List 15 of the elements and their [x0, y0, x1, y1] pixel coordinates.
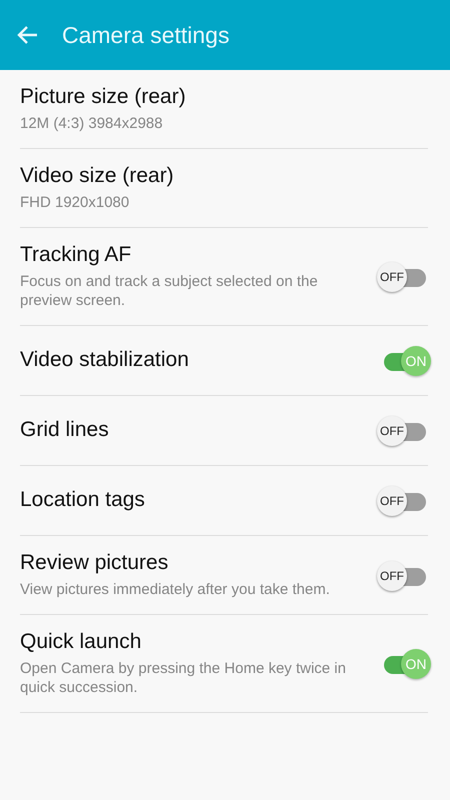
screen-title: Camera settings	[62, 20, 230, 50]
setting-title[interactable]: Tracking AF	[20, 242, 364, 268]
setting-title[interactable]: Location tags	[20, 487, 364, 514]
setting-title[interactable]: Quick launch	[20, 628, 364, 655]
setting-summary: View pictures immediately after you take them.	[20, 580, 331, 600]
setting-summary: 12M (4:3) 3984x2988	[20, 114, 164, 134]
setting-summary: Open Camera by pressing the Home key twice in quick succession.	[20, 658, 347, 698]
setting-title[interactable]: Grid lines	[20, 417, 364, 444]
setting-title[interactable]: Video stabilization	[20, 347, 364, 374]
setting-title[interactable]: Review pictures	[20, 550, 364, 576]
setting-title[interactable]: Picture size (rear)	[20, 84, 428, 110]
setting-summary: FHD 1920x1080	[20, 193, 130, 212]
setting-summary: Focus on and track a subject selected on the preview screen.	[20, 272, 319, 311]
back-icon[interactable]	[16, 25, 38, 45]
setting-title[interactable]: Video size (rear)	[20, 162, 428, 189]
